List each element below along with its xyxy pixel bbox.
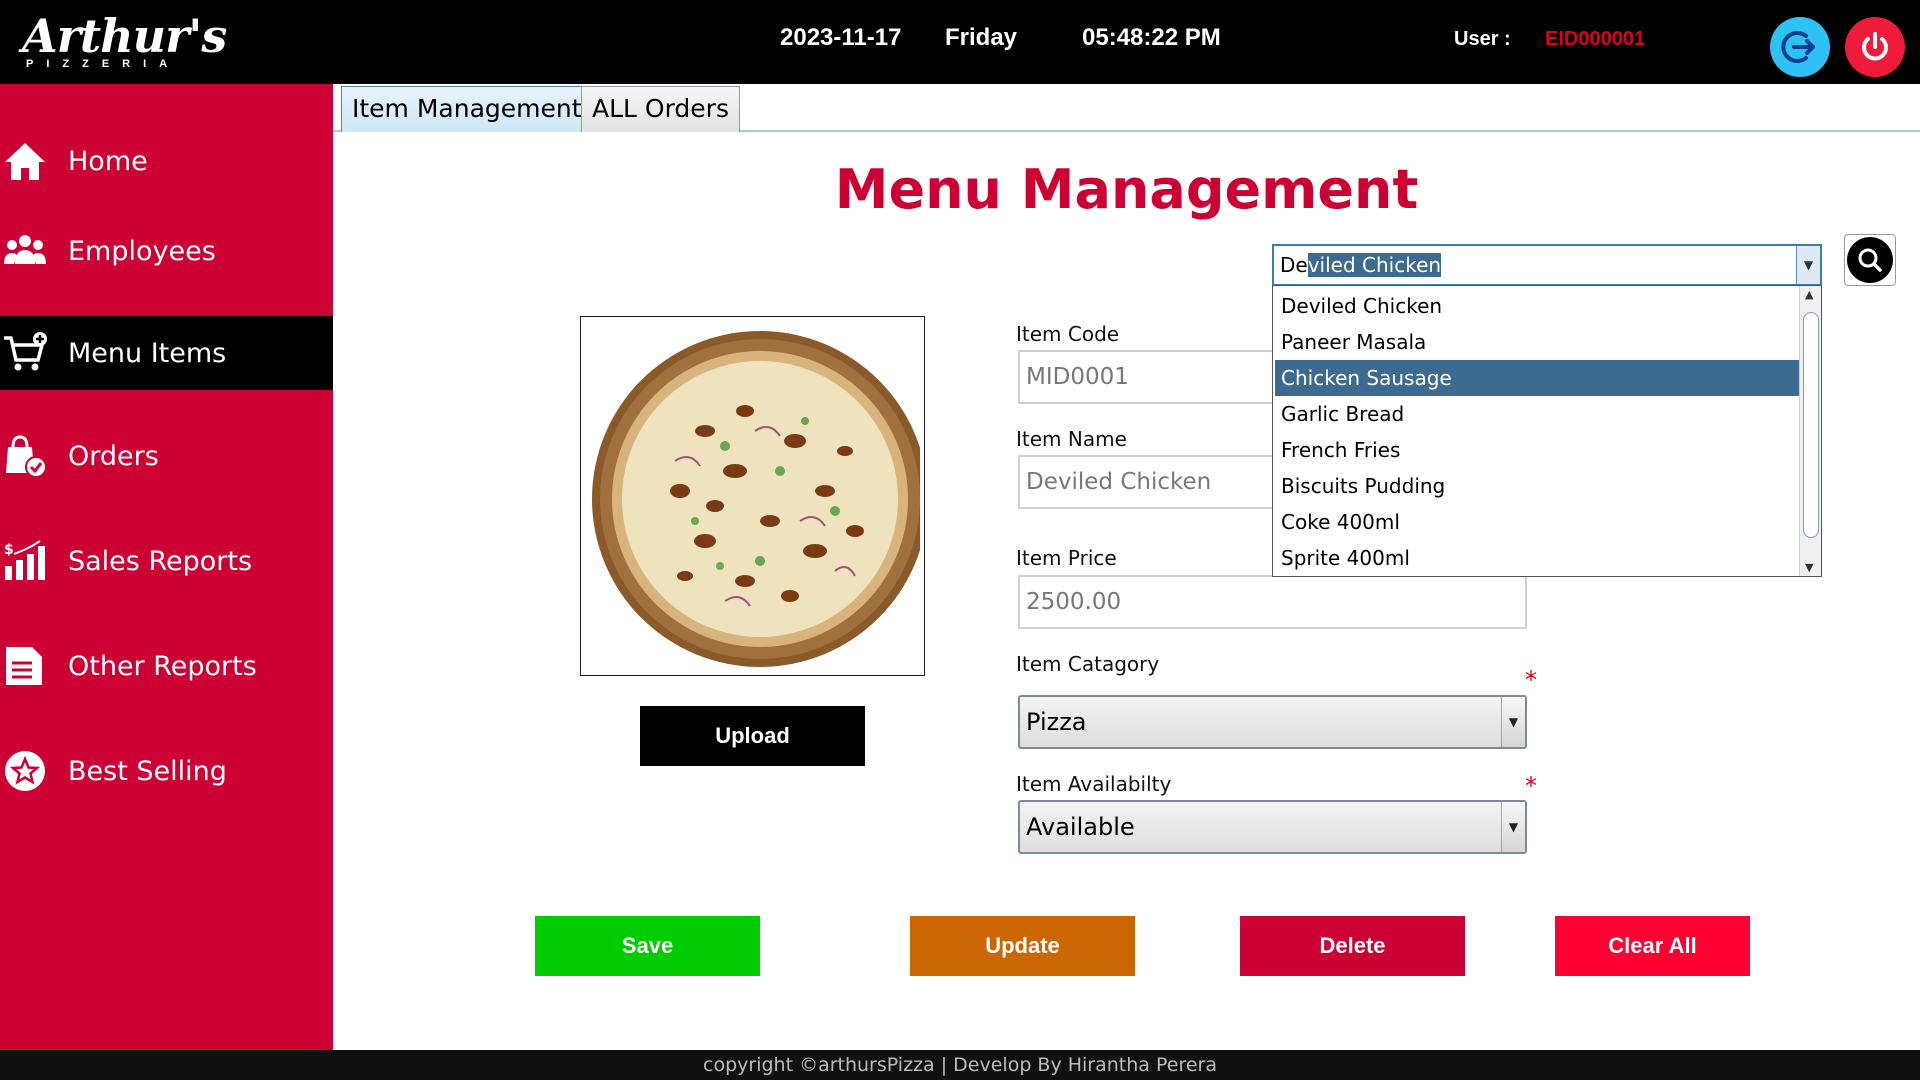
shopping-bag-check-icon	[0, 431, 50, 481]
current-day: Friday	[945, 24, 1018, 51]
clear-all-button[interactable]: Clear All	[1555, 916, 1750, 976]
chevron-down-icon[interactable]: ▼	[1501, 802, 1525, 852]
power-icon	[1862, 32, 1888, 61]
app-logo: Arthur's PIZZERIA	[22, 9, 227, 74]
dropdown-option[interactable]: Deviled Chicken	[1275, 288, 1799, 324]
item-price-field[interactable]: 2500.00	[1018, 575, 1527, 629]
cart-plus-icon	[0, 328, 50, 378]
employees-icon	[0, 226, 50, 276]
required-marker: *	[1525, 666, 1537, 694]
item-price-label: Item Price	[1016, 546, 1117, 570]
save-button[interactable]: Save	[535, 916, 760, 976]
item-category-label: Item Catagory	[1016, 652, 1160, 676]
scroll-up-icon[interactable]: ▲	[1805, 288, 1813, 301]
search-icon	[1847, 237, 1893, 283]
sidebar-item-home[interactable]: Home	[0, 124, 333, 198]
dropdown-option[interactable]: French Fries	[1275, 432, 1799, 468]
sidebar-item-sales-reports[interactable]: $ Sales Reports	[0, 524, 333, 598]
dropdown-option[interactable]: Biscuits Pudding	[1275, 468, 1799, 504]
bar-chart-dollar-icon: $	[0, 536, 50, 586]
chevron-down-icon[interactable]: ▼	[1501, 697, 1525, 747]
dropdown-option-highlighted[interactable]: Chicken Sausage	[1275, 360, 1799, 396]
user-id: EID000001	[1545, 28, 1646, 50]
sidebar-item-best-selling[interactable]: Best Selling	[0, 734, 333, 808]
delete-button[interactable]: Delete	[1240, 916, 1465, 976]
sidebar-item-label: Sales Reports	[68, 545, 253, 577]
scroll-down-icon[interactable]: ▼	[1805, 561, 1813, 574]
sidebar-item-other-reports[interactable]: Other Reports	[0, 629, 333, 703]
tab-item-management[interactable]: Item Management	[341, 86, 593, 132]
update-button[interactable]: Update	[910, 916, 1135, 976]
document-icon	[0, 641, 50, 691]
star-badge-icon	[0, 746, 50, 796]
user-label: User :	[1454, 28, 1511, 50]
logout-button[interactable]	[1770, 17, 1830, 77]
sidebar-item-label: Home	[68, 145, 148, 177]
dropdown-option[interactable]: Sprite 400ml	[1275, 540, 1799, 576]
sidebar-item-label: Employees	[68, 235, 216, 267]
dropdown-option[interactable]: Garlic Bread	[1275, 396, 1799, 432]
search-button[interactable]	[1844, 234, 1896, 286]
combo-typed-text: De	[1280, 253, 1308, 277]
dropdown-option[interactable]: Coke 400ml	[1275, 504, 1799, 540]
dropdown-scrollbar[interactable]: ▲ ▼	[1799, 286, 1821, 576]
pizza-image	[592, 331, 920, 667]
sidebar-item-menu-items[interactable]: Menu Items	[0, 316, 333, 390]
logout-icon	[1781, 31, 1815, 63]
sidebar-item-label: Other Reports	[68, 650, 257, 682]
item-search-dropdown-list: Deviled Chicken Paneer Masala Chicken Sa…	[1272, 285, 1822, 577]
top-bar: Arthur's PIZZERIA 2023-11-17 Friday 05:4…	[0, 0, 1920, 84]
item-image-frame	[580, 316, 925, 676]
combo-selected-text: viled Chicken	[1307, 253, 1442, 277]
current-date: 2023-11-17	[780, 24, 902, 51]
item-availability-value: Available	[1026, 813, 1135, 841]
tab-strip: Item Management ALL Orders	[333, 84, 1920, 132]
footer-copyright: copyright ©arthursPizza | Develop By Hir…	[0, 1050, 1920, 1080]
dropdown-option[interactable]: Paneer Masala	[1275, 324, 1799, 360]
page-title: Menu Management	[834, 158, 1419, 221]
power-button[interactable]	[1845, 17, 1905, 77]
chevron-down-icon[interactable]: ▼	[1796, 246, 1820, 284]
logo-sub-text: PIZZERIA	[26, 58, 181, 70]
sidebar-item-label: Orders	[68, 440, 159, 472]
home-icon	[0, 136, 50, 186]
sidebar: Home Employees Menu Items Orders $ Sales…	[0, 84, 333, 1050]
svg-text:$: $	[4, 542, 14, 558]
item-code-label: Item Code	[1016, 322, 1120, 346]
item-availability-select[interactable]: Available ▼	[1018, 800, 1527, 854]
scrollbar-thumb[interactable]	[1803, 312, 1819, 538]
item-search-combobox[interactable]: De viled Chicken ▼	[1272, 244, 1822, 286]
current-time: 05:48:22 PM	[1082, 24, 1221, 51]
sidebar-item-employees[interactable]: Employees	[0, 214, 333, 288]
sidebar-item-label: Best Selling	[68, 755, 227, 787]
item-category-value: Pizza	[1026, 708, 1087, 736]
item-name-label: Item Name	[1016, 427, 1127, 451]
sidebar-item-orders[interactable]: Orders	[0, 419, 333, 493]
required-marker: *	[1525, 772, 1537, 800]
tab-all-orders[interactable]: ALL Orders	[581, 86, 740, 132]
logo-main-text: Arthur's	[22, 9, 227, 63]
item-category-select[interactable]: Pizza ▼	[1018, 695, 1527, 749]
sidebar-item-label: Menu Items	[68, 337, 227, 369]
upload-button[interactable]: Upload	[640, 706, 865, 766]
item-availability-label: Item Availabilty	[1016, 772, 1172, 796]
